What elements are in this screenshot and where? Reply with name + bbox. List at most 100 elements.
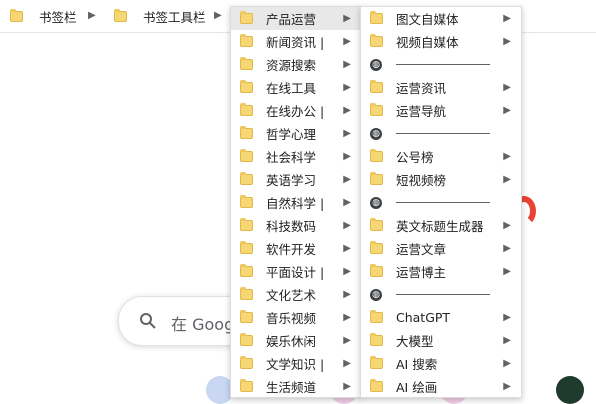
chevron-right-icon: ▶ [503, 381, 511, 392]
chevron-right-icon: ▶ [503, 266, 511, 277]
menu-separator[interactable]: ◍ [361, 191, 521, 214]
menu-item[interactable]: 软件开发 ▶ [231, 237, 361, 260]
menu-item[interactable]: 平面设计 | ▶ [231, 260, 361, 283]
folder-icon [240, 126, 253, 139]
menu-item-label: 运营导航 [396, 104, 447, 119]
search-placeholder: 在 Goog [171, 315, 235, 334]
menu-item[interactable]: 资源搜索 ▶ [231, 53, 361, 76]
menu-item[interactable]: 图文自媒体 ▶ [361, 7, 521, 30]
menu-item[interactable]: 运营导航 ▶ [361, 99, 521, 122]
menu-item[interactable]: 文化艺术 ▶ [231, 283, 361, 306]
menu-item[interactable]: 社会科学 ▶ [231, 145, 361, 168]
separator-line [396, 294, 490, 295]
chevron-right-icon: ▶ [343, 358, 351, 369]
chevron-right-icon: ▶ [503, 13, 511, 24]
folder-icon [240, 172, 253, 185]
menu-item-label: 娱乐休闲 [266, 334, 317, 349]
menu-item[interactable]: 音乐视频 ▶ [231, 306, 361, 329]
folder-icon [370, 379, 383, 392]
folder-icon [370, 241, 383, 254]
menu-item-label: 图文自媒体 [396, 12, 459, 27]
menu-item-label: 运营资讯 [396, 81, 447, 96]
menu-item[interactable]: 大模型 ▶ [361, 329, 521, 352]
menu-item[interactable]: 英语学习 ▶ [231, 168, 361, 191]
folder-icon [240, 287, 253, 300]
menu-item-label: 社会科学 [266, 150, 317, 165]
folder-icon [240, 57, 253, 70]
bookmark-folder-label: 书签栏 [39, 9, 77, 25]
chevron-right-icon: ▶ [343, 220, 351, 231]
folder-icon [10, 8, 23, 22]
menu-item-label: 生活频道 [266, 380, 317, 395]
folder-icon [370, 333, 383, 346]
menu-item[interactable]: 英文标题生成器 ▶ [361, 214, 521, 237]
menu-separator[interactable]: ◍ [361, 122, 521, 145]
menu-item[interactable]: 视频自媒体 ▶ [361, 30, 521, 53]
menu-item[interactable]: AI 绘画 ▶ [361, 375, 521, 398]
bookmark-submenu-level2: 图文自媒体 ▶ 视频自媒体 ▶ ◍ 运营资讯 ▶ 运营导航 ▶ ◍ 公号榜 ▶ 短视频榜 ▶ ◍ 英文标题生成… [360, 6, 522, 398]
chevron-right-icon: ▶ [503, 174, 511, 185]
menu-separator[interactable]: ◍ [361, 283, 521, 306]
bookmark-folder-bookmarks-bar[interactable]: 书签栏 [10, 0, 77, 32]
folder-icon [240, 218, 253, 231]
folder-icon [370, 80, 383, 93]
menu-item-label: 自然科学 | [266, 196, 325, 211]
folder-icon [114, 8, 127, 22]
chevron-right-icon: ▶ [343, 59, 351, 70]
menu-item[interactable]: 科技数码 ▶ [231, 214, 361, 237]
menu-item-label: 在线工具 [266, 81, 317, 96]
menu-item-label: 运营博主 [396, 265, 447, 280]
chevron-right-icon: ▶ [503, 335, 511, 346]
globe-icon: ◍ [370, 288, 382, 301]
chevron-right-icon: ▶ [343, 197, 351, 208]
bookmark-folder-label: 书签工具栏 [143, 9, 206, 25]
menu-item[interactable]: 生活频道 ▶ [231, 375, 361, 398]
chevron-right-icon: ▶ [343, 381, 351, 392]
menu-item[interactable]: 短视频榜 ▶ [361, 168, 521, 191]
chevron-right-icon: ▶ [343, 174, 351, 185]
folder-icon [370, 218, 383, 231]
menu-item-label: 英语学习 [266, 173, 317, 188]
globe-icon: ◍ [370, 196, 382, 209]
menu-item-label: 产品运营 [266, 12, 317, 27]
folder-icon [370, 356, 383, 369]
menu-item-label: 短视频榜 [396, 173, 447, 188]
menu-item[interactable]: ChatGPT ▶ [361, 306, 521, 329]
chevron-right-icon: ▶ [503, 105, 511, 116]
globe-icon: ◍ [370, 58, 382, 71]
menu-item[interactable]: 产品运营 ▶ [231, 7, 361, 30]
menu-item-label: AI 搜索 [396, 357, 438, 372]
menu-item-label: AI 绘画 [396, 380, 438, 395]
menu-item[interactable]: 运营文章 ▶ [361, 237, 521, 260]
menu-item[interactable]: 文学知识 | ▶ [231, 352, 361, 375]
folder-icon [370, 172, 383, 185]
menu-item[interactable]: AI 搜索 ▶ [361, 352, 521, 375]
search-icon [139, 312, 157, 333]
menu-item[interactable]: 自然科学 | ▶ [231, 191, 361, 214]
menu-separator[interactable]: ◍ [361, 53, 521, 76]
menu-item[interactable]: 娱乐休闲 ▶ [231, 329, 361, 352]
menu-item[interactable]: 在线办公 | ▶ [231, 99, 361, 122]
folder-icon [240, 356, 253, 369]
chevron-right-icon: ▶ [343, 128, 351, 139]
separator-line [396, 202, 490, 203]
separator-line [396, 64, 490, 65]
bookmark-submenu-level1: 产品运营 ▶ 新闻资讯 | ▶ 资源搜索 ▶ 在线工具 ▶ 在线办公 | ▶ 哲学心理 ▶ 社会科学 ▶ 英… [230, 6, 362, 398]
chevron-right-icon: ▶ [503, 36, 511, 47]
chevron-right-icon: ▶ [503, 220, 511, 231]
menu-item[interactable]: 运营资讯 ▶ [361, 76, 521, 99]
chevron-right-icon: ▶ [343, 335, 351, 346]
folder-icon [240, 11, 253, 24]
menu-item-label: 英文标题生成器 [396, 219, 484, 234]
menu-item[interactable]: 哲学心理 ▶ [231, 122, 361, 145]
menu-item[interactable]: 在线工具 ▶ [231, 76, 361, 99]
menu-item-label: 软件开发 [266, 242, 317, 257]
bookmark-folder-toolbar[interactable]: 书签工具栏 [114, 0, 206, 32]
menu-item-label: 大模型 [396, 334, 434, 349]
menu-item[interactable]: 运营博主 ▶ [361, 260, 521, 283]
menu-item[interactable]: 公号榜 ▶ [361, 145, 521, 168]
menu-item-label: 哲学心理 [266, 127, 317, 142]
globe-icon: ◍ [370, 127, 382, 140]
chevron-right-icon: ▶ [88, 10, 96, 21]
menu-item[interactable]: 新闻资讯 | ▶ [231, 30, 361, 53]
